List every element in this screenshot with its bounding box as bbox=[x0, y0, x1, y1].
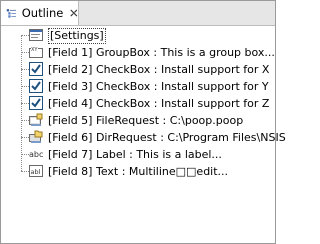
tree-item-label: [Field 2] CheckBox : Install support for… bbox=[48, 63, 270, 76]
svg-text:abl: abl bbox=[31, 168, 41, 176]
tree-item-field-5[interactable]: [Field 5] FileRequest : C:\poop.poop bbox=[1, 112, 275, 129]
outline-icon bbox=[6, 9, 16, 18]
tab-label: Outline bbox=[21, 6, 64, 20]
tree-branch bbox=[21, 137, 29, 138]
tree-item-label: [Field 4] CheckBox : Install support for… bbox=[48, 97, 270, 110]
file-request-icon bbox=[29, 113, 43, 126]
label-icon: abc bbox=[29, 150, 43, 159]
checkbox-icon bbox=[29, 79, 43, 93]
tree-item-label: [Settings] bbox=[48, 28, 106, 44]
tree-branch bbox=[21, 35, 29, 36]
dir-request-icon bbox=[29, 130, 43, 143]
tree-item-field-1[interactable]: XY [Field 1] GroupBox : This is a group … bbox=[1, 44, 275, 61]
tab-outline[interactable]: Outline bbox=[1, 1, 79, 25]
tree-item-field-3[interactable]: [Field 3] CheckBox : Install support for… bbox=[1, 78, 275, 95]
tree-item-label: [Field 7] Label : This is a label... bbox=[48, 148, 222, 161]
tab-bar: Outline bbox=[1, 1, 275, 26]
tree-item-label: [Field 8] Text : Multiline□□edit... bbox=[48, 165, 229, 178]
tree-item-field-8[interactable]: abl [Field 8] Text : Multiline□□edit... bbox=[1, 163, 275, 180]
tree-branch bbox=[21, 154, 29, 155]
tree-item-settings[interactable]: [Settings] bbox=[1, 27, 275, 44]
svg-text:abc: abc bbox=[29, 150, 43, 159]
text-icon: abl bbox=[29, 165, 43, 177]
tree-item-label: [Field 5] FileRequest : C:\poop.poop bbox=[48, 114, 244, 127]
svg-text:XY: XY bbox=[31, 47, 38, 53]
checkbox-icon bbox=[29, 62, 43, 76]
checkbox-icon bbox=[29, 96, 43, 110]
tree-item-field-6[interactable]: [Field 6] DirRequest : C:\Program Files\… bbox=[1, 129, 286, 146]
tree-branch bbox=[21, 52, 29, 53]
tree-branch bbox=[21, 69, 29, 70]
tree-item-label: [Field 6] DirRequest : C:\Program Files\… bbox=[48, 131, 286, 144]
groupbox-icon: XY bbox=[29, 46, 43, 58]
close-icon[interactable] bbox=[70, 8, 78, 18]
tree-item-label: [Field 3] CheckBox : Install support for… bbox=[48, 80, 269, 93]
tree-item-field-4[interactable]: [Field 4] CheckBox : Install support for… bbox=[1, 95, 275, 112]
outline-view: Outline [Settings] XY [Field 1] GroupBox… bbox=[0, 0, 286, 244]
tree-item-field-2[interactable]: [Field 2] CheckBox : Install support for… bbox=[1, 61, 275, 78]
tree-branch bbox=[21, 171, 29, 172]
tree-item-field-7[interactable]: abc [Field 7] Label : This is a label... bbox=[1, 146, 275, 163]
tree-branch bbox=[21, 103, 29, 104]
tree-branch bbox=[21, 86, 29, 87]
tree-item-label: [Field 1] GroupBox : This is a group box… bbox=[48, 46, 275, 59]
tree-branch bbox=[21, 120, 29, 121]
settings-icon bbox=[29, 29, 43, 41]
